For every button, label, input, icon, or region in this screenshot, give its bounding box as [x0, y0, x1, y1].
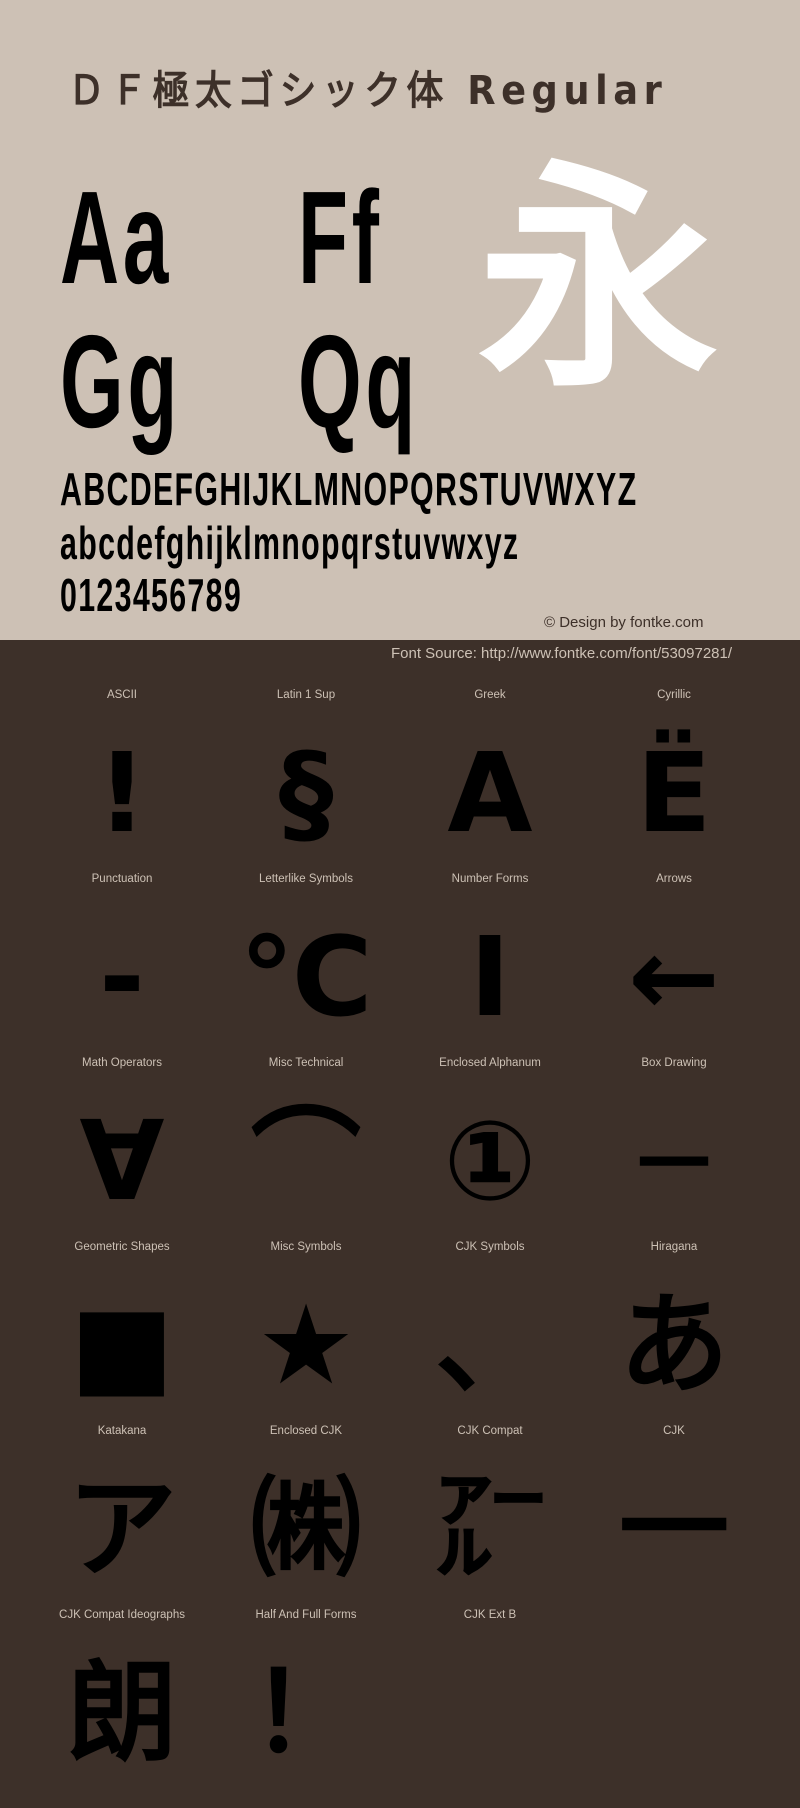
block-sample-glyph: ⌒	[251, 1097, 361, 1225]
block-cell: Misc Technical ⌒	[214, 1057, 398, 1241]
block-label: Misc Symbols	[270, 1241, 342, 1253]
font-source-link[interactable]: Font Source: http://www.fontke.com/font/…	[391, 645, 732, 662]
digits-sample: 0123456789	[60, 569, 243, 621]
block-cell: Hiragana あ	[582, 1241, 766, 1425]
block-label: Latin 1 Sup	[276, 689, 336, 701]
block-cell: Cyrillic Ё	[582, 689, 766, 873]
block-sample-glyph: §	[278, 729, 334, 857]
block-sample-glyph: ∀	[79, 1097, 165, 1225]
block-cell: Half And Full Forms ！	[214, 1609, 398, 1793]
block-label: Enclosed Alphanum	[439, 1057, 541, 1069]
block-cell: Letterlike Symbols ℃	[214, 873, 398, 1057]
block-label: Hiragana	[650, 1241, 698, 1253]
block-sample-glyph: Ⅰ	[469, 913, 511, 1041]
block-cell: CJK 一	[582, 1425, 766, 1609]
block-cell: Greek Α	[398, 689, 582, 873]
block-sample-glyph: あ	[619, 1281, 729, 1409]
design-credit: © Design by fontke.com	[544, 614, 704, 631]
block-label: Greek	[474, 689, 506, 701]
lowercase-sample: abcdefghijklmnopqrstuvwxyz	[60, 517, 520, 569]
block-sample-glyph: !	[96, 729, 148, 857]
preview-pair-ff: Ff	[298, 164, 383, 311]
block-sample-glyph: ㈱	[251, 1465, 361, 1593]
block-label: Enclosed CJK	[269, 1425, 343, 1437]
block-sample-glyph: 一	[619, 1465, 729, 1593]
block-label: Math Operators	[82, 1057, 162, 1069]
block-cell: Enclosed Alphanum ①	[398, 1057, 582, 1241]
block-label: Letterlike Symbols	[259, 873, 353, 885]
block-cell: Math Operators ∀	[30, 1057, 214, 1241]
block-cell: Misc Symbols ★	[214, 1241, 398, 1425]
block-cell: CJK Ext B	[398, 1609, 582, 1793]
block-sample-glyph: ア	[67, 1465, 177, 1593]
block-label: Number Forms	[451, 873, 529, 885]
preview-pair-gg: Gg	[60, 308, 182, 455]
block-label: CJK Ext B	[463, 1609, 517, 1621]
block-label: CJK	[663, 1425, 685, 1437]
block-sample-glyph: ←	[627, 913, 721, 1041]
block-cell: Box Drawing ─	[582, 1057, 766, 1241]
preview-pair-qq: Qq	[298, 308, 420, 455]
preview-pair-aa: Aa	[60, 164, 173, 311]
block-label: Box Drawing	[641, 1057, 707, 1069]
block-label: Cyrillic	[657, 689, 691, 701]
block-cell: Arrows ←	[582, 873, 766, 1057]
block-sample-glyph: 朗	[67, 1649, 177, 1777]
block-label: Misc Technical	[268, 1057, 344, 1069]
block-sample-glyph: Ё	[636, 729, 712, 857]
block-sample-glyph: ①	[443, 1097, 537, 1225]
block-label: CJK Compat Ideographs	[59, 1609, 185, 1621]
font-title: ＤＦ極太ゴシック体 Regular	[68, 68, 668, 114]
block-label: ASCII	[106, 689, 138, 701]
block-cell: Latin 1 Sup §	[214, 689, 398, 873]
block-sample-glyph: ■	[70, 1281, 174, 1409]
block-label: CJK Compat	[457, 1425, 523, 1437]
block-cell: CJK Compat Ideographs 朗	[30, 1609, 214, 1793]
block-label: Half And Full Forms	[255, 1609, 357, 1621]
block-label: Punctuation	[91, 873, 153, 885]
block-cell: ASCII!	[30, 689, 214, 873]
block-cell: Enclosed CJK ㈱	[214, 1425, 398, 1609]
block-label: CJK Symbols	[455, 1241, 525, 1253]
block-sample-glyph: ！	[251, 1649, 361, 1777]
uppercase-sample: ABCDEFGHIJKLMNOPQRSTUVWXYZ	[60, 463, 638, 515]
showcase-glyph: 永	[478, 140, 719, 420]
block-label: Arrows	[656, 873, 692, 885]
block-sample-glyph: ㌃	[435, 1465, 545, 1593]
font-preview-header: ＤＦ極太ゴシック体 Regular Aa Ff Gg Qq 永 ABCDEFGH…	[0, 0, 800, 640]
block-cell: Punctuation ‐	[30, 873, 214, 1057]
block-label: Geometric Shapes	[74, 1241, 170, 1253]
block-cell: Geometric Shapes ■	[30, 1241, 214, 1425]
block-cell: Number Forms Ⅰ	[398, 873, 582, 1057]
block-label: Katakana	[97, 1425, 147, 1437]
block-sample-glyph	[398, 1643, 582, 1783]
block-sample-glyph: ℃	[239, 913, 373, 1041]
block-sample-glyph: ★	[256, 1281, 356, 1409]
block-sample-glyph: 、	[435, 1281, 545, 1409]
block-sample-glyph: Α	[447, 729, 533, 857]
block-sample-glyph: ‐	[99, 913, 145, 1041]
block-cell: CJK Symbols 、	[398, 1241, 582, 1425]
block-sample-glyph: ─	[640, 1097, 708, 1225]
block-cell: CJK Compat ㌃	[398, 1425, 582, 1609]
block-cell: Katakana ア	[30, 1425, 214, 1609]
